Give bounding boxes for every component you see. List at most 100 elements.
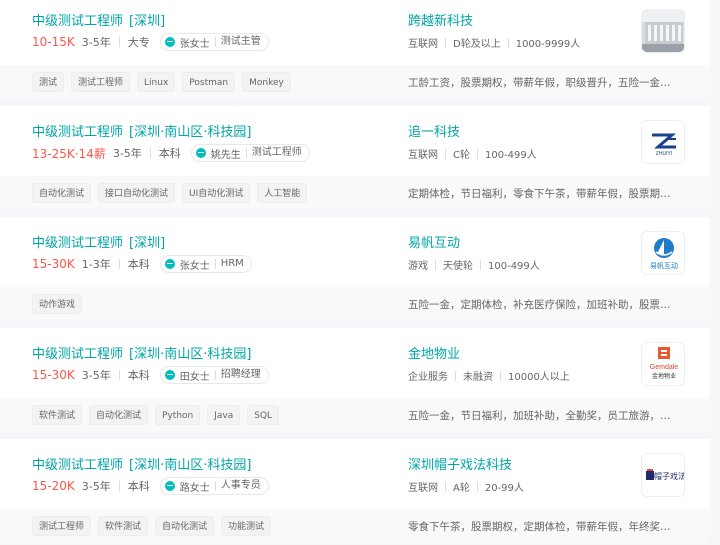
company-info-item: 互联网	[408, 150, 438, 161]
job-card[interactable]: 中级测试工程师 [深圳·南山区·科技园] 15-20K 3-5年 本科 路女士 人…	[0, 439, 710, 543]
skill-tag[interactable]: SQL	[247, 405, 280, 425]
job-info: 15-30K 3-5年 本科 田女士 招聘经理	[32, 366, 269, 384]
recruiter-chat-button[interactable]: 路女士 人事专员	[159, 477, 269, 495]
divider	[118, 370, 120, 380]
zhuiyi-logo[interactable]: ZHUIYI	[641, 120, 685, 164]
skill-tag[interactable]: 接口自动化测试	[98, 183, 176, 203]
degree: 本科	[158, 147, 181, 160]
job-title-link[interactable]: 中级测试工程师 [深圳]	[32, 10, 165, 29]
salary: 15-30K	[32, 257, 75, 271]
job-title[interactable]: 中级测试工程师	[32, 14, 123, 29]
skill-tags: 动作游戏	[32, 294, 89, 314]
skill-tag[interactable]: Postman	[182, 72, 236, 92]
skill-tag[interactable]: 自动化测试	[89, 405, 149, 425]
skill-tag[interactable]: 测试工程师	[71, 72, 131, 92]
skill-tag[interactable]: Monkey	[242, 72, 291, 92]
job-info: 10-15K 3-5年 大专 张女士 测试主管	[32, 33, 269, 51]
company-name-link[interactable]: 追一科技	[408, 121, 460, 140]
job-title-link[interactable]: 中级测试工程师 [深圳]	[32, 232, 165, 251]
company-name-link[interactable]: 易帆互动	[408, 232, 460, 251]
divider	[435, 259, 436, 270]
skill-tag[interactable]: UI自动化测试	[182, 183, 251, 203]
skill-tag[interactable]: 测试工程师	[32, 516, 92, 536]
divider	[118, 37, 120, 47]
experience: 3-5年	[81, 369, 111, 382]
company-info: 企业服务 未融资 10000人以上	[408, 368, 570, 383]
building-photo-logo[interactable]	[641, 9, 685, 53]
divider	[118, 481, 120, 491]
divider	[149, 148, 151, 158]
job-title[interactable]: 中级测试工程师	[32, 236, 123, 251]
recruiter-name: 姚先生	[210, 149, 241, 161]
skill-tag[interactable]: 自动化测试	[32, 183, 92, 203]
divider	[445, 37, 446, 48]
job-title-link[interactable]: 中级测试工程师 [深圳·南山区·科技园]	[32, 343, 251, 362]
job-card[interactable]: 中级测试工程师 [深圳·南山区·科技园] 13-25K·14薪 3-5年 本科 姚…	[0, 106, 710, 210]
recruiter-name: 张女士	[179, 38, 210, 50]
company-info-item: 10000人以上	[508, 372, 570, 383]
job-title-link[interactable]: 中级测试工程师 [深圳·南山区·科技园]	[32, 454, 251, 473]
company-info: 互联网 D轮及以上 1000-9999人	[408, 35, 580, 50]
skill-tag[interactable]: 软件测试	[32, 405, 83, 425]
company-info-item: 100-499人	[488, 261, 540, 272]
company-name-link[interactable]: 金地物业	[408, 343, 460, 362]
skill-tags: 测试 测试工程师 Linux Postman Monkey	[32, 72, 298, 92]
job-card-footer: 测试 测试工程师 Linux Postman Monkey 工龄工资，股票期权，带薪年假…	[0, 65, 710, 99]
recruiter-chat-button[interactable]: 张女士 HRM	[159, 255, 252, 273]
job-title[interactable]: 中级测试工程师	[32, 347, 123, 362]
degree: 本科	[127, 369, 150, 382]
skill-tag[interactable]: Java	[207, 405, 241, 425]
chat-icon	[164, 259, 175, 269]
logo-text: 易帆互动	[650, 261, 678, 270]
company-benefits: 工龄工资，股票期权，带薪年假，职级晋升，五险一金，...	[408, 77, 680, 89]
job-card-footer: 软件测试 自动化测试 Python Java SQL 五险一金，节日福利，加班补助，全勤…	[0, 398, 710, 432]
job-title-link[interactable]: 中级测试工程师 [深圳·南山区·科技园]	[32, 121, 251, 140]
job-title[interactable]: 中级测试工程师	[32, 125, 123, 140]
divider	[476, 481, 478, 492]
company-info: 游戏 天使轮 100-499人	[408, 257, 540, 272]
chat-icon	[164, 370, 175, 380]
company-info-item: 企业服务	[408, 372, 448, 383]
recruiter-chat-button[interactable]: 张女士 测试主管	[159, 33, 269, 51]
company-info-item: C轮	[453, 150, 470, 161]
divider	[507, 37, 509, 48]
job-area: [深圳·南山区·科技园]	[129, 125, 252, 140]
chat-icon	[195, 148, 206, 158]
recruiter-name: 田女士	[179, 371, 210, 383]
job-info: 13-25K·14薪 3-5年 本科 姚先生 测试工程师	[32, 144, 310, 162]
yifan-logo[interactable]: 易帆互动	[641, 231, 685, 275]
maozixifa-logo[interactable]: 帽子戏法	[641, 453, 685, 497]
recruiter-role: 招聘经理	[214, 370, 261, 380]
company-name-link[interactable]: 跨越新科技	[408, 10, 473, 29]
job-list: 中级测试工程师 [深圳] 10-15K 3-5年 大专 张女士 测试主管 跨越新科…	[0, 0, 720, 545]
degree: 大专	[127, 36, 150, 49]
skill-tag[interactable]: 测试	[32, 72, 65, 92]
skill-tags: 测试工程师 软件测试 自动化测试 功能测试	[32, 516, 278, 536]
divider	[118, 259, 120, 269]
company-info-item: 100-499人	[484, 150, 537, 161]
recruiter-chat-button[interactable]: 姚先生 测试工程师	[190, 144, 310, 162]
skill-tag[interactable]: 自动化测试	[155, 516, 215, 536]
job-title[interactable]: 中级测试工程师	[32, 458, 123, 473]
skill-tag[interactable]: Python	[155, 405, 201, 425]
logo-text: 帽子戏法	[654, 471, 685, 481]
experience: 1-3年	[81, 258, 111, 271]
skill-tag[interactable]: 软件测试	[98, 516, 149, 536]
recruiter-role: 人事专员	[214, 481, 261, 491]
divider	[500, 370, 501, 381]
company-info-item: A轮	[453, 483, 470, 494]
company-name-link[interactable]: 深圳帽子戏法科技	[408, 454, 512, 473]
company-info-item: 互联网	[408, 483, 438, 494]
recruiter-chat-button[interactable]: 田女士 招聘经理	[159, 366, 269, 384]
job-card[interactable]: 中级测试工程师 [深圳·南山区·科技园] 15-30K 3-5年 本科 田女士 招…	[0, 328, 710, 432]
skill-tag[interactable]: 功能测试	[221, 516, 272, 536]
job-card[interactable]: 中级测试工程师 [深圳] 15-30K 1-3年 本科 张女士 HRM 易帆互动 …	[0, 217, 710, 321]
skill-tag[interactable]: Linux	[137, 72, 176, 92]
company-info-item: 游戏	[408, 261, 428, 272]
company-info-item: 20-99人	[484, 483, 524, 494]
job-card[interactable]: 中级测试工程师 [深圳] 10-15K 3-5年 大专 张女士 测试主管 跨越新科…	[0, 0, 710, 99]
gemdale-logo[interactable]: Gemdale 金地物业	[641, 342, 685, 386]
skill-tag[interactable]: 动作游戏	[32, 294, 83, 314]
skill-tag[interactable]: 人工智能	[257, 183, 308, 203]
logo-text: Gemdale	[650, 364, 679, 371]
